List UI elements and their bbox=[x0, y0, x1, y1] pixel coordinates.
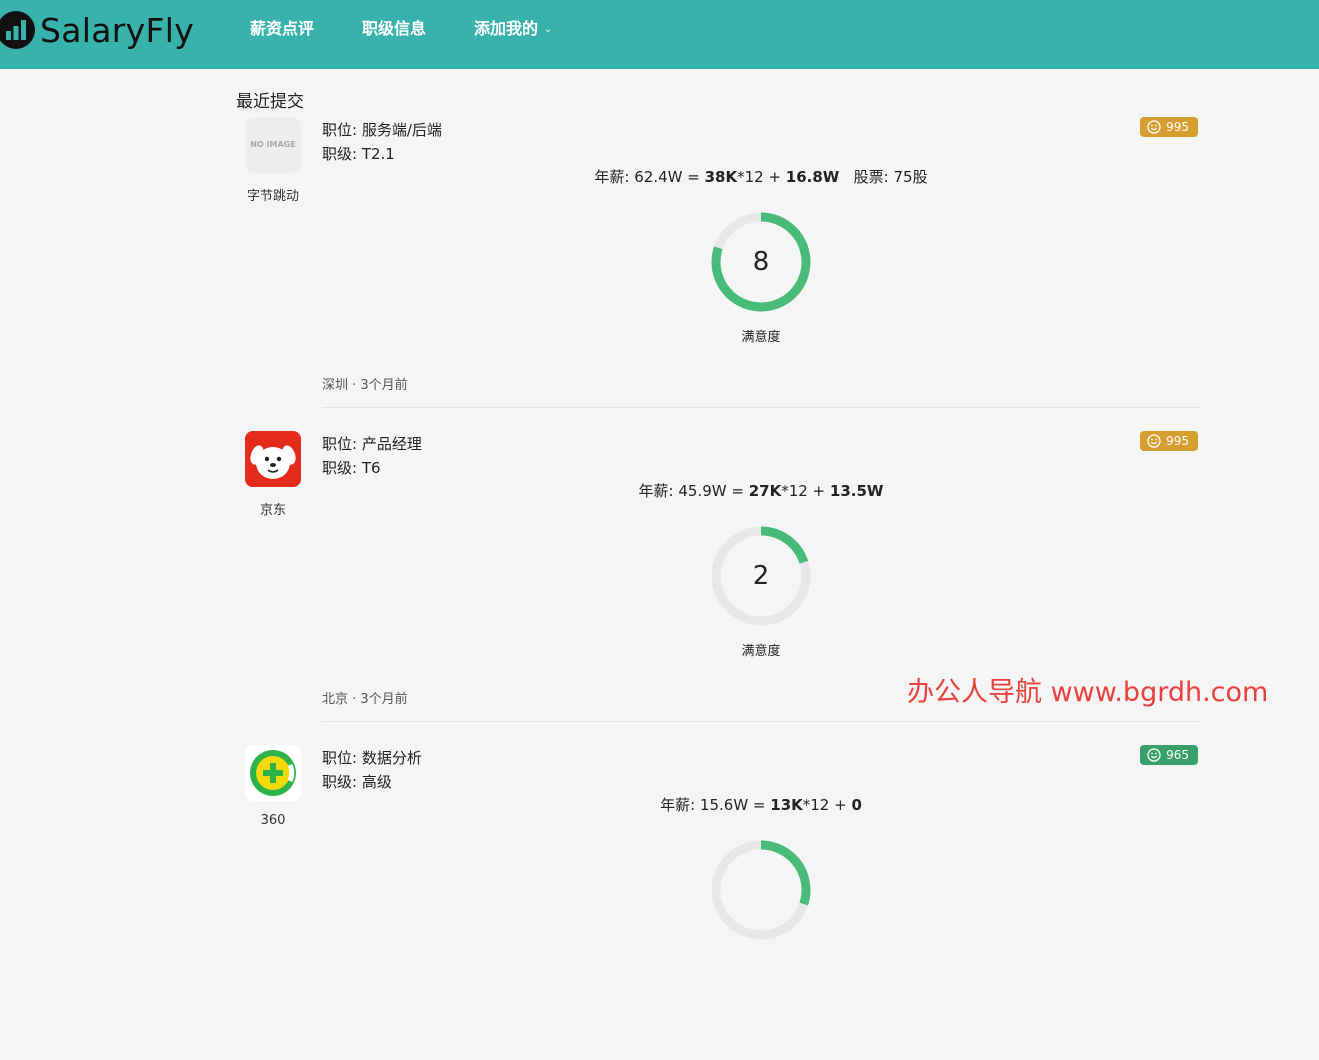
nav-label: 职级信息 bbox=[362, 19, 427, 38]
badge-value: 995 bbox=[1166, 120, 1189, 134]
satisfaction-ring bbox=[711, 840, 811, 940]
app-name: SalaryFly bbox=[40, 10, 195, 50]
position-text: 职位: 数据分析 bbox=[322, 749, 422, 767]
satisfaction-label: 满意度 bbox=[741, 330, 781, 345]
badge-value: 965 bbox=[1166, 748, 1189, 762]
smile-icon bbox=[1147, 748, 1161, 762]
nav-level-info[interactable]: 职级信息 bbox=[362, 17, 426, 41]
level-text: 职级: T6 bbox=[322, 459, 381, 477]
smile-icon bbox=[1147, 120, 1161, 134]
divider bbox=[322, 721, 1200, 722]
section-title: 最近提交 bbox=[236, 92, 304, 112]
work-hours-badge: 965 bbox=[1140, 745, 1198, 765]
level-text: 职级: 高级 bbox=[322, 773, 392, 791]
company-logo[interactable] bbox=[245, 745, 301, 801]
stock-info: 股票: 75股 bbox=[839, 168, 928, 186]
monthly-salary: 38K bbox=[704, 168, 738, 186]
monthly-salary: 27K bbox=[748, 482, 782, 500]
top-navbar: SalaryFly 薪资点评 职级信息 添加我的 ⌄ bbox=[0, 0, 1319, 69]
work-hours-badge: 995 bbox=[1140, 117, 1198, 137]
salary-total: 年薪: 45.9W = bbox=[638, 482, 749, 500]
location-time: 深圳 · 3个月前 bbox=[322, 378, 408, 393]
salary-total: 年薪: 15.6W = bbox=[660, 796, 771, 814]
satisfaction-score: 8 bbox=[752, 247, 770, 277]
satisfaction-score: 2 bbox=[752, 561, 770, 591]
bonus-amount: 13.5W bbox=[829, 482, 884, 500]
watermark-text: 办公人导航 www.bgrdh.com bbox=[907, 677, 1269, 708]
company-name[interactable]: 360 bbox=[236, 813, 310, 828]
company-logo[interactable]: NO IMAGE bbox=[245, 117, 301, 173]
nav-label: 薪资点评 bbox=[250, 19, 315, 38]
bar-chart-logo-icon bbox=[0, 11, 35, 49]
360-plus-logo-icon bbox=[245, 745, 301, 801]
company-name[interactable]: 字节跳动 bbox=[236, 185, 310, 204]
chevron-down-icon: ⌄ bbox=[544, 23, 553, 35]
salary-total: 年薪: 62.4W = bbox=[594, 168, 705, 186]
position-text: 职位: 产品经理 bbox=[322, 435, 422, 453]
work-hours-badge: 995 bbox=[1140, 431, 1198, 451]
company-logo[interactable] bbox=[245, 431, 301, 487]
nav-add-mine[interactable]: 添加我的 ⌄ bbox=[474, 17, 552, 41]
nav-label: 添加我的 bbox=[474, 19, 539, 38]
level-text: 职级: T2.1 bbox=[322, 145, 395, 163]
annual-salary: 年薪: 45.9W = 27K*12 + 13.5W bbox=[322, 480, 1200, 501]
no-image-placeholder-icon: NO IMAGE bbox=[250, 140, 296, 149]
position-text: 职位: 服务端/后端 bbox=[322, 121, 442, 139]
salary-months: *12 + bbox=[737, 168, 786, 186]
location-time: 北京 · 3个月前 bbox=[322, 692, 408, 707]
annual-salary: 年薪: 62.4W = 38K*12 + 16.8W 股票: 75股 bbox=[322, 166, 1200, 187]
annual-salary: 年薪: 15.6W = 13K*12 + 0 bbox=[322, 794, 1200, 815]
salary-months: *12 + bbox=[781, 482, 830, 500]
jd-dog-logo-icon bbox=[245, 431, 301, 487]
nav-salary-reviews[interactable]: 薪资点评 bbox=[250, 17, 314, 41]
salary-months: *12 + bbox=[802, 796, 852, 814]
badge-value: 995 bbox=[1166, 434, 1189, 448]
divider bbox=[322, 407, 1200, 408]
salary-post-card[interactable]: 360 职位: 数据分析 职级: 高级 965 年薪: 15.6W = 13K*… bbox=[236, 745, 1200, 1060]
smile-icon bbox=[1147, 434, 1161, 448]
bonus-amount: 16.8W bbox=[785, 168, 840, 186]
company-name[interactable]: 京东 bbox=[236, 499, 310, 518]
salary-post-card[interactable]: NO IMAGE 字节跳动 职位: 服务端/后端 职级: T2.1 995 年薪… bbox=[236, 117, 1200, 432]
satisfaction-label: 满意度 bbox=[741, 644, 781, 659]
bonus-amount: 0 bbox=[851, 796, 862, 814]
app-logo[interactable]: SalaryFly bbox=[0, 10, 194, 50]
monthly-salary: 13K bbox=[770, 796, 803, 814]
